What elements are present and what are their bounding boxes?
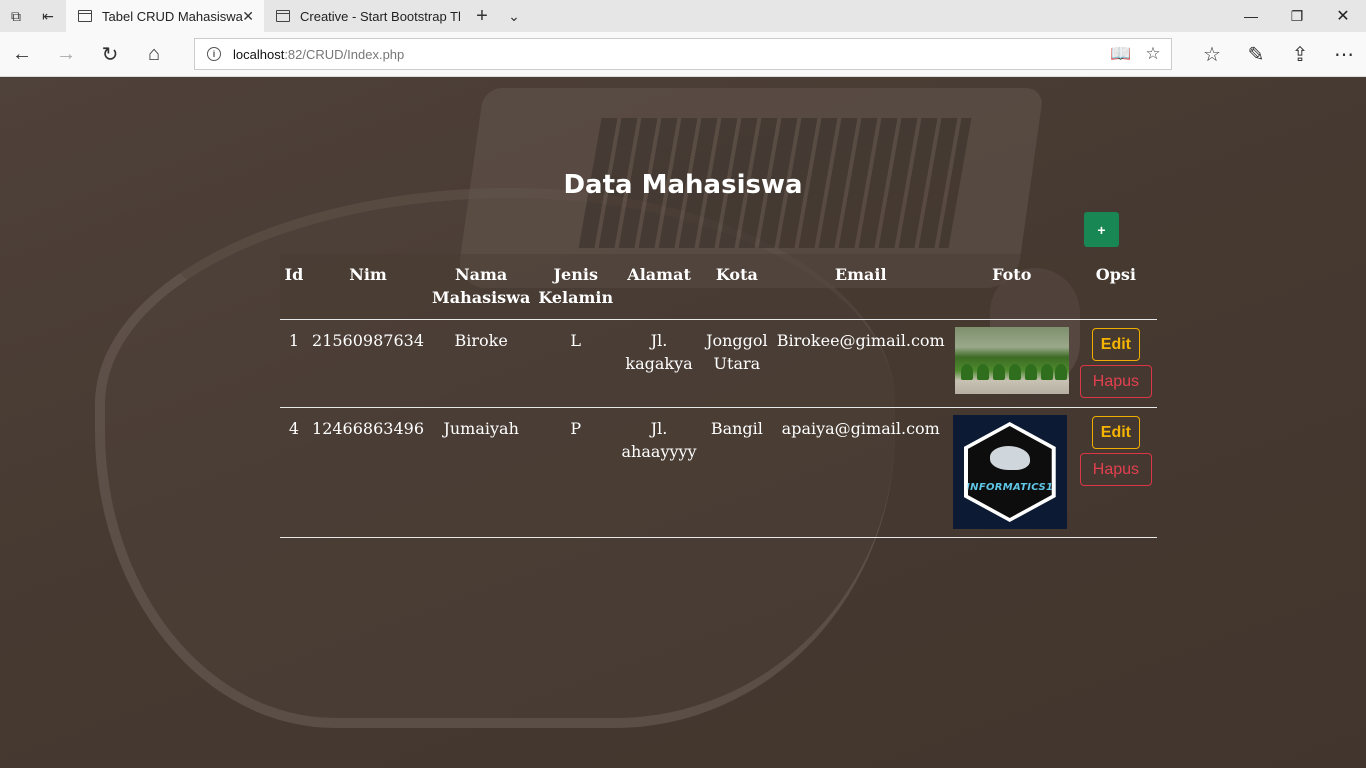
header-kota: Kota (700, 254, 773, 320)
header-foto: Foto (948, 254, 1075, 320)
forward-icon[interactable]: → (46, 32, 86, 77)
cell-foto: INFORMATICS1 (948, 407, 1075, 538)
tab-title: Tabel CRUD Mahasiswa (102, 8, 243, 24)
cell-opsi: Edit Hapus (1074, 407, 1157, 538)
reading-view-icon[interactable]: 📖 (1105, 39, 1137, 69)
tab-creative[interactable]: Creative - Start Bootstrap Tl (264, 0, 464, 32)
url-text[interactable]: localhost:82/CRUD/Index.php (233, 47, 404, 62)
header-nim: Nim (308, 254, 428, 320)
restore-icon[interactable]: ❐ (1274, 0, 1320, 32)
cell-alamat: Jl. kagakya (617, 319, 701, 408)
cell-nim: 12466863496 (308, 407, 428, 538)
pen-notes-icon[interactable]: ✎ (1236, 32, 1276, 77)
cell-id: 1 (280, 319, 309, 408)
cell-nama: Biroke (428, 319, 535, 408)
favorite-star-icon[interactable]: ☆ (1137, 39, 1169, 69)
header-email: Email (772, 254, 949, 320)
set-aside-tabs-icon[interactable]: ⇤ (32, 0, 64, 32)
header-jenis-kelamin: Jenis Kelamin (534, 254, 618, 320)
header-id: Id (280, 254, 309, 320)
table-header-row: Id Nim Nama Mahasiswa Jenis Kelamin Alam… (280, 254, 1157, 320)
logo-text: INFORMATICS1 (966, 481, 1054, 493)
edit-button[interactable]: Edit (1091, 328, 1140, 361)
share-icon[interactable]: ⇪ (1280, 32, 1320, 77)
header-alamat: Alamat (617, 254, 701, 320)
shark-icon (989, 445, 1030, 470)
tab-manager-icon[interactable]: ⧉ (0, 0, 32, 32)
table-row: 4 12466863496 Jumaiyah P Jl. ahaayyyy Ba… (280, 407, 1157, 538)
favorites-hub-icon[interactable]: ☆ (1192, 32, 1232, 77)
navigation-bar: ← → ↻ ⌂ i localhost:82/CRUD/Index.php 📖 … (0, 32, 1366, 77)
hapus-button[interactable]: Hapus (1079, 453, 1153, 486)
cell-email: apaiya@gimail.com (772, 407, 949, 538)
cell-opsi: Edit Hapus (1074, 319, 1157, 408)
page-content: Data Mahasiswa + Id Nim Nama Mahasiswa J… (0, 78, 1366, 768)
hapus-button[interactable]: Hapus (1079, 365, 1153, 398)
cell-jenis-kelamin: P (534, 407, 618, 538)
foto-image (954, 327, 1069, 394)
edit-button[interactable]: Edit (1091, 416, 1140, 449)
cell-nama: Jumaiyah (428, 407, 535, 538)
minimize-icon[interactable]: — (1228, 0, 1274, 32)
header-nama: Nama Mahasiswa (428, 254, 535, 320)
cell-id: 4 (280, 407, 309, 538)
chevron-down-icon[interactable]: ⌄ (498, 0, 530, 32)
info-icon[interactable]: i (207, 47, 221, 61)
cell-kota: Bangil (700, 407, 773, 538)
home-icon[interactable]: ⌂ (134, 32, 174, 77)
tab-title: Creative - Start Bootstrap Tl (300, 8, 461, 24)
foto-image: INFORMATICS1 (952, 415, 1067, 529)
mahasiswa-table: Id Nim Nama Mahasiswa Jenis Kelamin Alam… (280, 254, 1157, 538)
cell-email: Birokee@gimail.com (772, 319, 949, 408)
add-button[interactable]: + (1084, 212, 1119, 247)
new-tab-icon[interactable]: + (466, 0, 498, 32)
cell-alamat: Jl. ahaayyyy (617, 407, 701, 538)
close-window-icon[interactable]: ✕ (1320, 0, 1366, 32)
tab-bar: ⧉ ⇤ Tabel CRUD Mahasiswa ✕ Creative - St… (0, 0, 1366, 32)
page-icon (78, 10, 92, 22)
cell-jenis-kelamin: L (534, 319, 618, 408)
page-icon (276, 10, 290, 22)
cell-kota: Jonggol Utara (700, 319, 773, 408)
more-options-icon[interactable]: ⋯ (1324, 32, 1364, 77)
tab-tabel-crud[interactable]: Tabel CRUD Mahasiswa ✕ (66, 0, 264, 32)
back-icon[interactable]: ← (2, 32, 42, 77)
refresh-icon[interactable]: ↻ (90, 32, 130, 77)
cell-foto (948, 319, 1075, 408)
table-row: 1 21560987634 Biroke L Jl. kagakya Jongg… (280, 319, 1157, 408)
cell-nim: 21560987634 (308, 319, 428, 408)
header-opsi: Opsi (1074, 254, 1157, 320)
address-bar[interactable]: i localhost:82/CRUD/Index.php 📖 ☆ (194, 38, 1172, 70)
page-title: Data Mahasiswa (563, 170, 803, 200)
close-tab-icon[interactable]: ✕ (242, 8, 254, 25)
